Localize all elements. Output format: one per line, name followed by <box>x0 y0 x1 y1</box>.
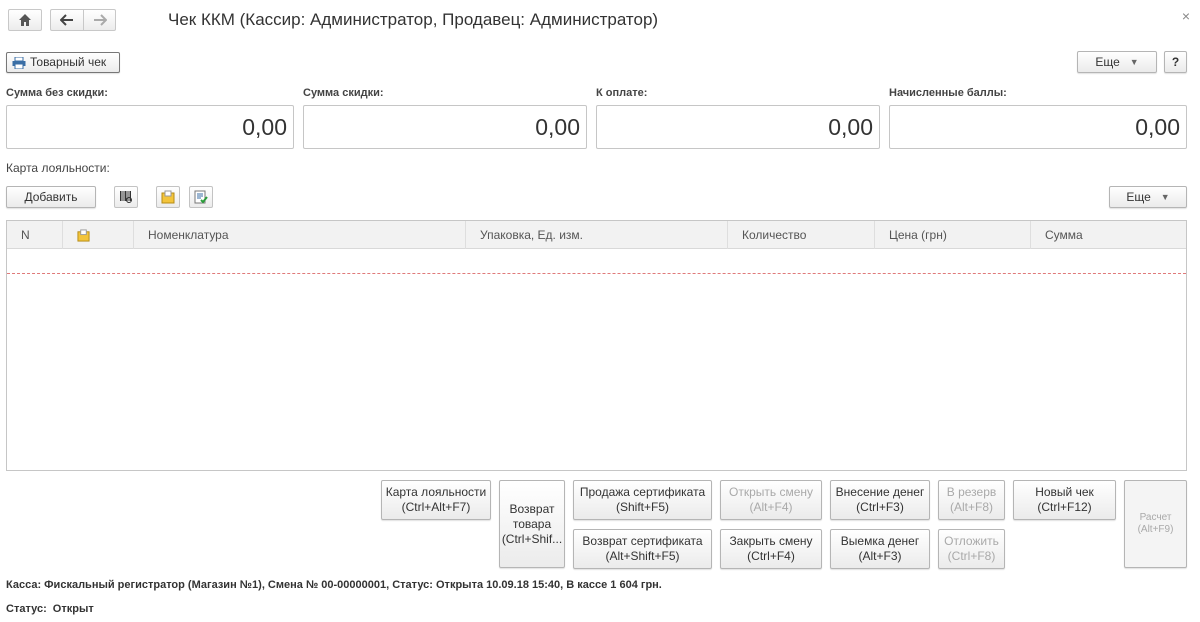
forward-button[interactable] <box>83 9 116 31</box>
row-separator <box>7 273 1186 274</box>
summary-label-discount: Сумма скидки: <box>303 87 384 99</box>
summary-points-field: 0,00 <box>889 105 1187 149</box>
back-button[interactable] <box>50 9 83 31</box>
loyalty-card-button[interactable]: Карта лояльности (Ctrl+Alt+F7) <box>381 480 491 520</box>
payment-button[interactable]: Расчет (Alt+F9) <box>1124 480 1187 568</box>
product-receipt-button[interactable]: Товарный чек <box>6 52 120 73</box>
reserve-button[interactable]: В резерв (Alt+F8) <box>938 480 1005 520</box>
product-receipt-label: Товарный чек <box>30 55 107 69</box>
help-label: ? <box>1171 54 1180 69</box>
column-header-folder[interactable] <box>63 221 134 249</box>
return-goods-button[interactable]: Возврат товара (Ctrl+Shif... <box>499 480 565 568</box>
new-receipt-button[interactable]: Новый чек (Ctrl+F12) <box>1013 480 1116 520</box>
add-button[interactable]: Добавить <box>6 186 96 208</box>
more-button-list[interactable]: Еще ▼ <box>1109 186 1187 208</box>
column-header-quantity[interactable]: Количество <box>728 221 875 249</box>
add-label: Добавить <box>24 189 78 204</box>
summary-discount-field: 0,00 <box>303 105 587 149</box>
table-header: N Номенклатура Упаковка, Ед. изм. Количе… <box>7 221 1186 249</box>
arrow-left-icon <box>60 14 73 26</box>
document-list-button[interactable] <box>189 186 213 208</box>
column-header-price[interactable]: Цена (грн) <box>875 221 1031 249</box>
column-header-sum[interactable]: Сумма <box>1031 221 1188 249</box>
more-label: Еще <box>1126 189 1151 204</box>
barcode-icon <box>120 191 132 203</box>
status-value: Открыт <box>52 603 94 615</box>
summary-to-pay-field: 0,00 <box>596 105 880 149</box>
postpone-button[interactable]: Отложить (Ctrl+F8) <box>938 529 1005 569</box>
pick-goods-button[interactable] <box>156 186 180 208</box>
column-header-package[interactable]: Упаковка, Ед. изм. <box>466 221 728 249</box>
home-icon <box>19 14 31 26</box>
close-shift-button[interactable]: Закрыть смену (Ctrl+F4) <box>720 529 822 569</box>
help-button[interactable]: ? <box>1164 51 1187 73</box>
more-button-top[interactable]: Еще ▼ <box>1077 51 1157 73</box>
folder-icon <box>161 190 175 204</box>
cash-in-button[interactable]: Внесение денег (Ctrl+F3) <box>830 480 930 520</box>
barcode-search-button[interactable] <box>114 186 138 208</box>
loyalty-card-label: Карта лояльности: <box>6 161 110 175</box>
document-check-icon <box>194 190 208 204</box>
open-shift-button[interactable]: Открыть смену (Alt+F4) <box>720 480 822 520</box>
summary-label-points: Начисленные баллы: <box>889 87 1007 99</box>
home-button[interactable] <box>8 9 42 31</box>
arrow-right-icon <box>93 14 107 26</box>
window-title: Чек ККМ (Кассир: Администратор, Продавец… <box>168 10 659 29</box>
chevron-down-icon: ▼ <box>1129 56 1139 67</box>
cash-out-button[interactable]: Выемка денег (Alt+F3) <box>830 529 930 569</box>
sell-certificate-button[interactable]: Продажа сертификата (Shift+F5) <box>573 480 712 520</box>
summary-no-discount-field: 0,00 <box>6 105 294 149</box>
summary-label-to-pay: К оплате: <box>596 87 648 99</box>
column-header-n[interactable]: N <box>7 221 63 249</box>
printer-icon <box>12 56 26 69</box>
kassa-info: Касса: Фискальный регистратор (Магазин №… <box>6 579 662 591</box>
goods-table[interactable]: N Номенклатура Упаковка, Ед. изм. Количе… <box>6 220 1187 471</box>
folder-icon <box>77 229 90 242</box>
receipt-status: Статус: Открыт <box>6 603 94 615</box>
summary-label-no-discount: Сумма без скидки: <box>6 87 108 99</box>
close-icon[interactable]: × <box>1182 8 1190 24</box>
status-label: Статус: <box>6 603 47 615</box>
chevron-down-icon: ▼ <box>1160 191 1170 202</box>
column-header-nomenclature[interactable]: Номенклатура <box>134 221 466 249</box>
return-certificate-button[interactable]: Возврат сертификата (Alt+Shift+F5) <box>573 529 712 569</box>
more-label: Еще <box>1095 54 1120 69</box>
